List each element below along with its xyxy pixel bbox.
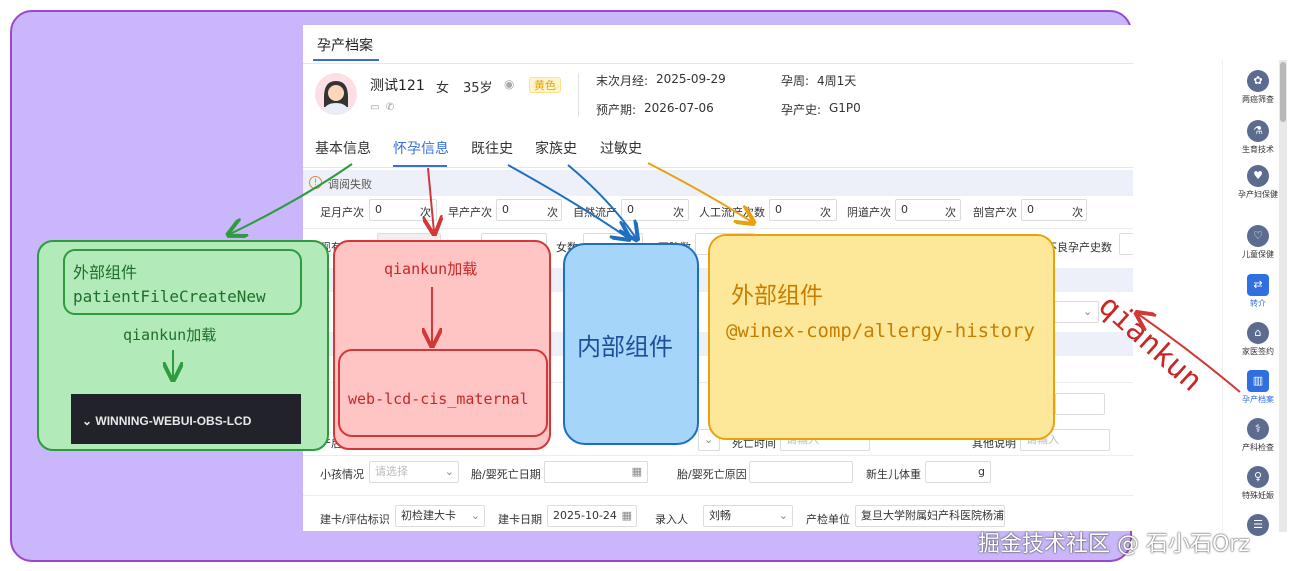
watermark: 掘金技术社区 @ 石小石Orz	[978, 532, 1250, 557]
arrow-nav-to-frame	[1138, 314, 1241, 393]
arrow-family-history-to-blue	[567, 164, 636, 238]
arrow-allergy-to-yellow	[647, 162, 752, 222]
arrow-basic-to-green	[230, 163, 353, 234]
arrows-layer	[0, 162, 1241, 393]
arrow-pregnancy-to-red	[428, 167, 434, 232]
arrow-past-history-to-blue	[507, 164, 628, 238]
